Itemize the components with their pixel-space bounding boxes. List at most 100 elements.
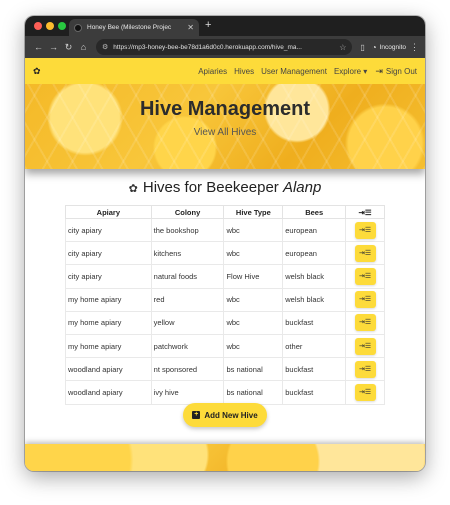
view-hive-button[interactable]: ⇥☰ xyxy=(354,314,376,332)
nav-link-sign-out[interactable]: Sign Out xyxy=(386,67,417,76)
table-row: city apiary natural foods Flow Hive wels… xyxy=(65,264,385,289)
hives-table: Apiary Colony Hive Type Bees ⇥☰ city api… xyxy=(65,205,385,405)
view-hive-button[interactable]: ⇥☰ xyxy=(354,267,376,285)
cell-apiary: city apiary xyxy=(65,264,152,289)
table-header-row: Apiary Colony Hive Type Bees ⇥☰ xyxy=(65,205,385,219)
table-row: woodland apiary nt sponsored bs national… xyxy=(65,357,385,382)
site-navbar: ✿ Apiaries Hives User Management Explore… xyxy=(25,58,425,84)
view-hive-button[interactable]: ⇥☰ xyxy=(354,291,376,309)
cell-bees: welsh black xyxy=(282,264,347,289)
header-colony: Colony xyxy=(150,205,225,219)
cell-colony: red xyxy=(150,287,225,312)
beekeeper-name: Alanp xyxy=(282,179,322,196)
cell-apiary: my home apiary xyxy=(65,310,152,335)
favicon-icon xyxy=(74,23,82,32)
nav-links: Apiaries Hives User Management Explore ▾… xyxy=(191,66,417,77)
incognito-icon: ◔ xyxy=(371,42,377,52)
cell-colony: yellow xyxy=(150,310,225,335)
cell-colony: ivy hive xyxy=(150,380,225,405)
flower-icon: ✿ xyxy=(128,183,138,195)
cell-hive-type: bs national xyxy=(223,380,284,405)
cell-bees: buckfast xyxy=(282,380,347,405)
forward-button[interactable]: → xyxy=(46,42,61,52)
nav-link-apiaries[interactable]: Apiaries xyxy=(198,67,227,76)
cell-colony: patchwork xyxy=(150,333,225,359)
cell-bees: welsh black xyxy=(282,287,347,312)
table-row: city apiary kitchens wbc european ⇥☰ xyxy=(65,241,385,266)
hero-banner: Hive Management View All Hives xyxy=(25,84,425,169)
add-new-hive-label: Add New Hive xyxy=(204,410,258,420)
cell-hive-type: wbc xyxy=(223,287,284,312)
view-hive-button[interactable]: ⇥☰ xyxy=(354,383,376,401)
tab-title: Honey Bee (Milestone Projec xyxy=(87,24,172,31)
nav-link-explore-dropdown[interactable]: Explore ▾ xyxy=(334,67,367,76)
page-title: Hive Management xyxy=(139,98,311,120)
cell-bees: european xyxy=(282,217,347,243)
plus-square-icon: + xyxy=(192,411,201,419)
tab-close-icon[interactable]: ✕ xyxy=(187,23,194,32)
cell-bees: european xyxy=(282,241,347,266)
cell-colony: nt sponsored xyxy=(150,357,225,382)
cell-hive-type: wbc xyxy=(223,217,284,243)
view-hive-button[interactable]: ⇥☰ xyxy=(354,244,376,262)
maximize-window-button[interactable] xyxy=(58,22,66,30)
table-row: my home apiary patchwork wbc other ⇥☰ xyxy=(65,333,385,359)
minimize-window-button[interactable] xyxy=(46,22,54,30)
browser-tab[interactable]: Honey Bee (Milestone Projec ✕ xyxy=(69,19,199,36)
section-heading-prefix: Hives for Beekeeper xyxy=(142,179,283,196)
cell-apiary: city apiary xyxy=(65,217,152,243)
cell-hive-type: wbc xyxy=(223,310,284,335)
reload-button[interactable]: ↻ xyxy=(61,42,76,53)
header-bees: Bees xyxy=(282,205,347,219)
cell-hive-type: Flow Hive xyxy=(223,264,284,289)
back-button[interactable]: ← xyxy=(31,42,46,52)
incognito-label: Incognito xyxy=(379,43,406,51)
browser-window: Honey Bee (Milestone Projec ✕ + ← → ↻ ⌂ … xyxy=(25,16,425,471)
cell-colony: natural foods xyxy=(150,264,225,289)
incognito-indicator[interactable]: ◔ Incognito xyxy=(372,43,406,52)
nav-link-hives[interactable]: Hives xyxy=(234,67,254,76)
cell-bees: buckfast xyxy=(282,357,347,382)
close-window-button[interactable] xyxy=(34,22,42,30)
cell-hive-type: wbc xyxy=(223,241,284,266)
table-row: my home apiary yellow wbc buckfast ⇥☰ xyxy=(65,310,385,335)
brand-flower-icon[interactable]: ✿ xyxy=(33,66,41,77)
address-bar[interactable]: ⚙ https://mp3-honey-bee-be78d1a6d0c0.her… xyxy=(96,39,353,55)
table-row: woodland apiary ivy hive bs national buc… xyxy=(65,380,385,405)
cell-apiary: woodland apiary xyxy=(65,357,152,382)
bookmark-star-icon[interactable]: ☆ xyxy=(339,43,346,52)
cell-apiary: my home apiary xyxy=(65,287,152,312)
header-action-icon: ⇥☰ xyxy=(345,205,385,219)
page-subtitle: View All Hives xyxy=(193,127,257,138)
honeycomb-footer xyxy=(25,444,425,471)
tab-strip: Honey Bee (Milestone Projec ✕ + xyxy=(25,16,425,36)
cell-bees: other xyxy=(282,333,347,359)
tune-icon[interactable]: ⚙ xyxy=(102,43,108,51)
nav-link-user-management[interactable]: User Management xyxy=(261,67,327,76)
cell-hive-type: bs national xyxy=(223,357,284,382)
sidebar-icon[interactable]: ▯ xyxy=(360,43,364,52)
cell-colony: the bookshop xyxy=(150,217,225,243)
view-hive-button[interactable]: ⇥☰ xyxy=(354,337,376,355)
browser-toolbar: ← → ↻ ⌂ ⚙ https://mp3-honey-bee-be78d1a6… xyxy=(25,36,425,58)
cell-apiary: woodland apiary xyxy=(65,380,152,405)
new-tab-button[interactable]: + xyxy=(205,19,211,31)
url-text[interactable]: https://mp3-honey-bee-be78d1a6d0c0.herok… xyxy=(113,44,336,51)
cell-hive-type: wbc xyxy=(223,333,284,359)
cell-apiary: my home apiary xyxy=(65,333,152,359)
section-heading: ✿ Hives for Beekeeper Alanp xyxy=(25,179,425,196)
header-apiary: Apiary xyxy=(65,205,152,219)
view-hive-button[interactable]: ⇥☰ xyxy=(354,360,376,378)
header-hive-type: Hive Type xyxy=(223,205,284,219)
browser-menu-icon[interactable]: ⋮ xyxy=(410,42,419,53)
cell-colony: kitchens xyxy=(150,241,225,266)
cell-bees: buckfast xyxy=(282,310,347,335)
table-row: my home apiary red wbc welsh black ⇥☰ xyxy=(65,287,385,312)
view-hive-button[interactable]: ⇥☰ xyxy=(354,221,376,239)
sign-out-icon[interactable]: ⇥ xyxy=(375,66,383,77)
home-button[interactable]: ⌂ xyxy=(76,42,91,52)
cell-apiary: city apiary xyxy=(65,241,152,266)
add-new-hive-button[interactable]: + Add New Hive xyxy=(183,403,267,427)
web-page: ✿ Apiaries Hives User Management Explore… xyxy=(25,58,425,471)
table-row: city apiary the bookshop wbc european ⇥☰ xyxy=(65,217,385,243)
